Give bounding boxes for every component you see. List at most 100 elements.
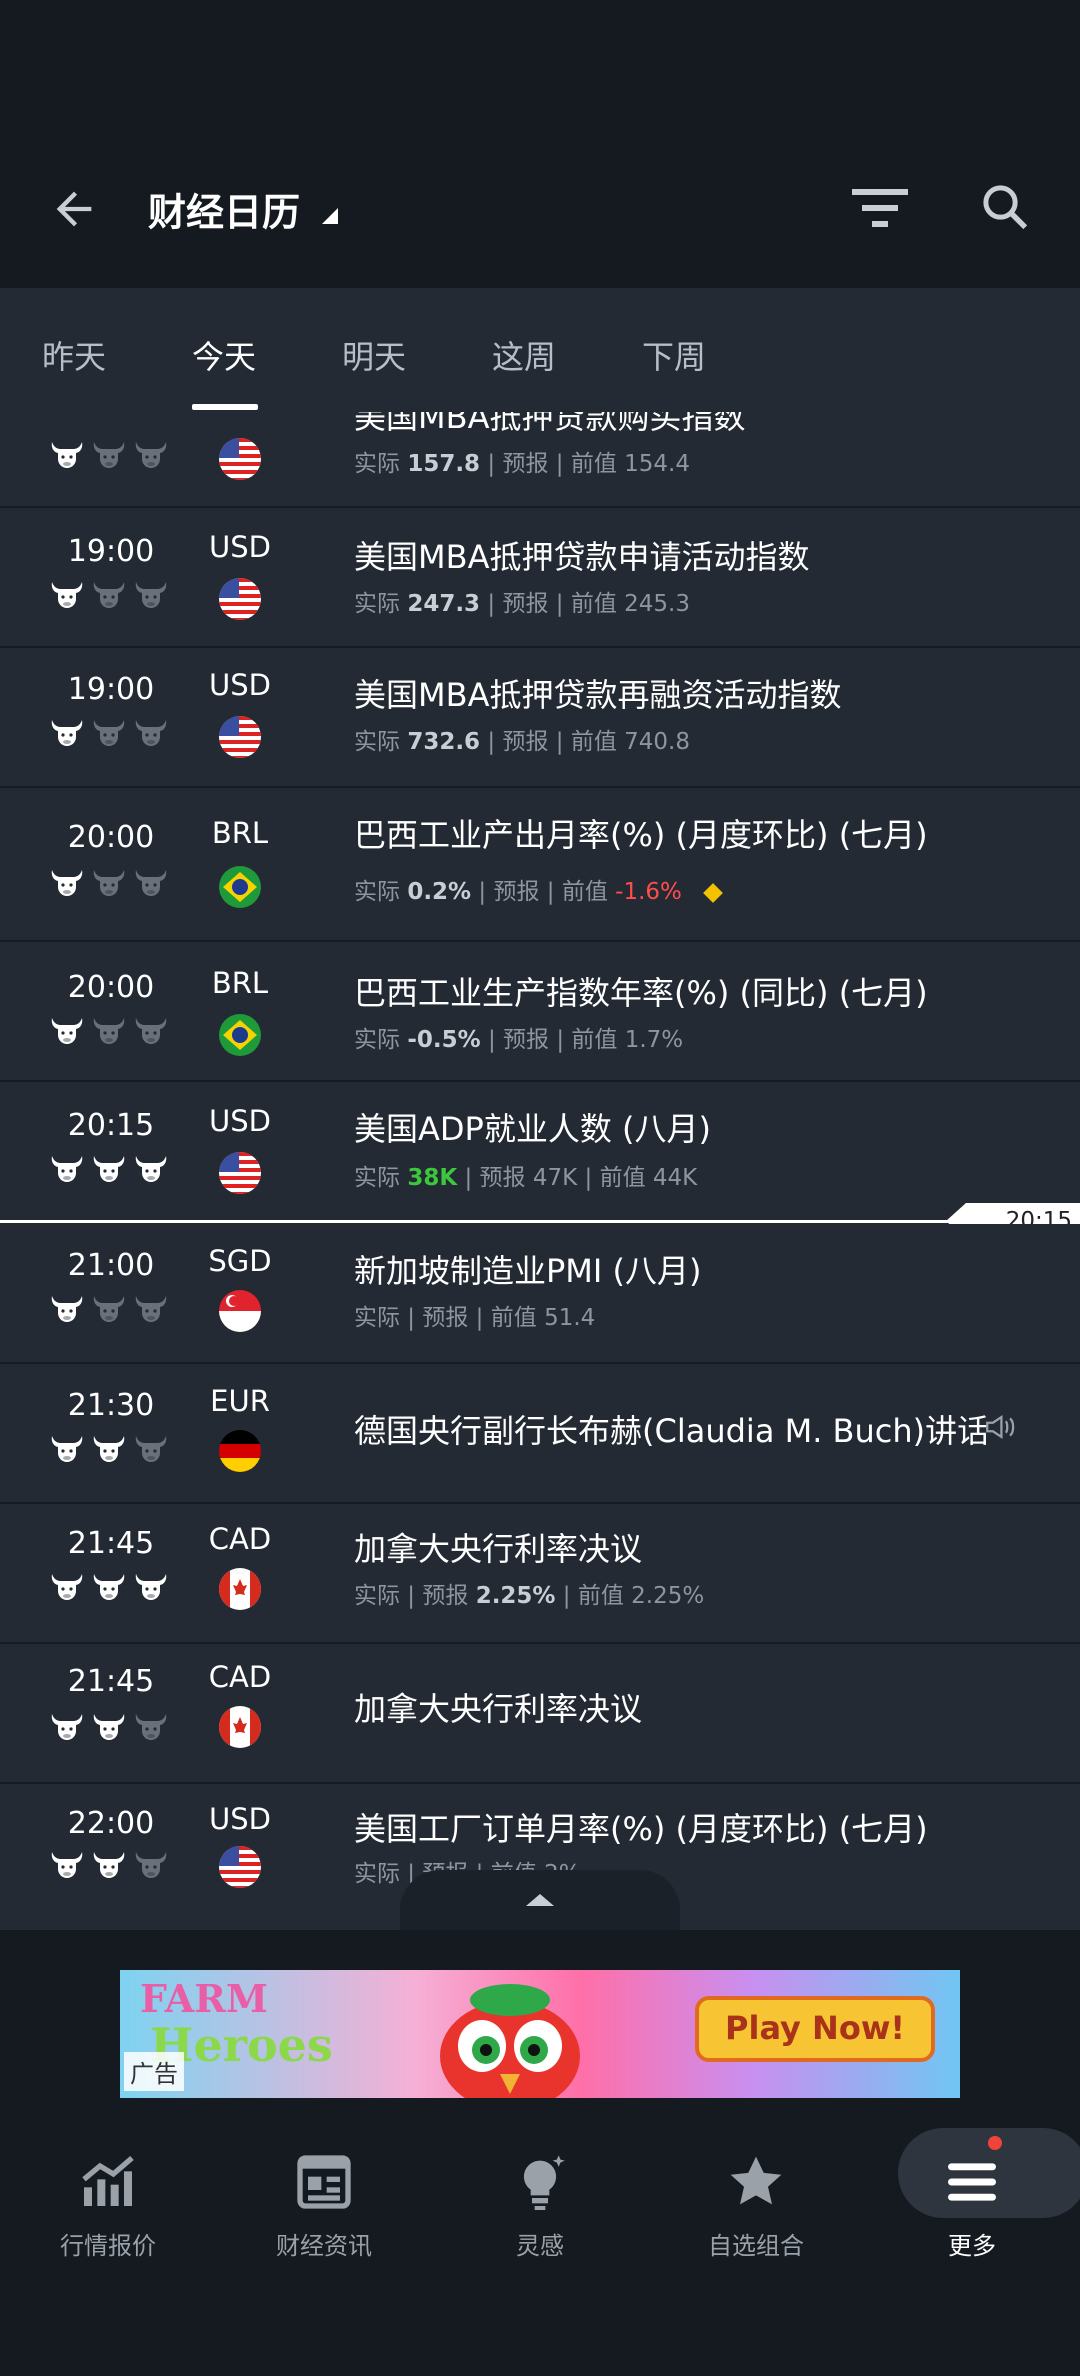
event-currency: USD (209, 1802, 271, 1836)
event-currency: BRL (211, 966, 269, 1000)
status-bar (0, 0, 1080, 130)
bull-icon (134, 1154, 168, 1184)
event-title: 美国ADP就业人数 (八月) (354, 1110, 711, 1148)
event-title: 新加坡制造业PMI (八月) (354, 1252, 702, 1290)
bull-icon (50, 580, 84, 610)
event-stats: 实际 157.8 | 预报 | 前值 154.4 (354, 451, 690, 477)
event-currency: SGD (208, 1244, 272, 1278)
bull-icon (50, 1712, 84, 1742)
event-row[interactable]: 19:00 USD 美国MBA抵押贷款再融资活动指数 实际 732.6 | 预报… (0, 648, 1080, 788)
bull-icon (92, 1572, 126, 1602)
bull-icon (134, 718, 168, 748)
bull-icon (92, 718, 126, 748)
event-time: 21:00 (67, 1248, 155, 1283)
title-dropdown-icon[interactable] (322, 208, 338, 224)
ad-banner[interactable]: FARM Heroes Play Now! 广告 (120, 1970, 960, 2098)
importance-indicator (50, 718, 168, 748)
event-stats: 实际 0.2% | 预报 | 前值 -1.6% (354, 872, 723, 906)
importance-indicator (50, 1016, 168, 1046)
nav-label: 财经资讯 (276, 2232, 372, 2260)
chevron-up-icon (526, 1894, 554, 1906)
nav-label: 自选组合 (708, 2232, 804, 2260)
event-row[interactable]: 20:15 USD 美国ADP就业人数 (八月) 实际 38K | 预报 47K… (0, 1082, 1080, 1218)
search-icon[interactable] (978, 180, 1032, 234)
event-currency: USD (209, 530, 271, 564)
singapore-flag-icon (219, 1290, 261, 1332)
bull-icon (50, 440, 84, 470)
importance-indicator (50, 868, 168, 898)
event-time: 21:45 (67, 1664, 155, 1699)
nav-more[interactable]: 更多 (872, 2150, 1072, 2261)
bull-icon (134, 1016, 168, 1046)
bull-icon (50, 1850, 84, 1880)
event-title: 美国MBA抵押贷款再融资活动指数 (354, 676, 842, 714)
event-row[interactable]: 20:00 BRL 巴西工业产出月率(%) (月度环比) (七月) 实际 0.2… (0, 788, 1080, 942)
tab-yesterday[interactable]: 昨天 (42, 332, 106, 378)
nav-quotes[interactable]: 行情报价 (8, 2150, 208, 2261)
event-title: 加拿大央行利率决议 (354, 1690, 643, 1728)
event-stats: 实际 | 预报 | 前值 51.4 (354, 1305, 596, 1331)
bull-icon (50, 1572, 84, 1602)
event-currency: BRL (211, 816, 269, 850)
bull-icon (134, 1434, 168, 1464)
bull-icon (92, 1712, 126, 1742)
event-row[interactable]: 20:00 BRL 巴西工业生产指数年率(%) (同比) (七月) 实际 -0.… (0, 942, 1080, 1082)
page-title[interactable]: 财经日历 (148, 182, 300, 237)
event-row[interactable]: 21:45 CAD 加拿大央行利率决议 实际 | 预报 2.25% | 前值 2… (0, 1504, 1080, 1644)
filter-icon[interactable] (852, 184, 908, 234)
event-time: 20:00 (67, 820, 155, 855)
nav-news[interactable]: 财经资讯 (224, 2150, 424, 2261)
brazil-flag-icon (219, 866, 261, 908)
tab-next-week[interactable]: 下周 (642, 332, 706, 378)
bull-icon (92, 1016, 126, 1046)
event-stats: 实际 -0.5% | 预报 | 前值 1.7% (354, 1027, 684, 1053)
event-time: 20:15 (67, 1108, 155, 1143)
tab-tomorrow[interactable]: 明天 (342, 332, 406, 378)
event-row[interactable]: 21:30 EUR 德国央行副行长布赫(Claudia M. Buch)讲话 (0, 1364, 1080, 1504)
bull-icon (92, 1154, 126, 1184)
speech-megaphone-icon (986, 1414, 1015, 1440)
app-bar: 财经日历 (0, 130, 1080, 288)
event-time: 21:45 (67, 1526, 155, 1561)
event-row[interactable]: 19:00 USD 美国MBA抵押贷款申请活动指数 实际 247.3 | 预报 … (0, 508, 1080, 648)
importance-indicator (50, 1712, 168, 1742)
bull-icon (50, 1154, 84, 1184)
bull-icon (92, 1294, 126, 1324)
us-flag-icon (219, 578, 261, 620)
nav-inspiration[interactable]: 灵感 (440, 2150, 640, 2261)
event-row[interactable]: 21:00 SGD 新加坡制造业PMI (八月) 实际 | 预报 | 前值 51… (0, 1224, 1080, 1364)
bull-icon (134, 440, 168, 470)
bull-icon (92, 440, 126, 470)
event-title: 美国MBA抵押贷款购买指数 (354, 412, 746, 436)
importance-indicator (50, 1294, 168, 1324)
revised-diamond-icon (703, 882, 723, 903)
canada-flag-icon (219, 1568, 261, 1610)
event-time: 19:00 (67, 672, 155, 707)
bull-icon (92, 868, 126, 898)
back-arrow-icon[interactable] (48, 183, 100, 235)
bull-icon (134, 1712, 168, 1742)
tab-indicator (192, 404, 258, 410)
chart-icon (82, 2155, 134, 2206)
current-time-line (0, 1220, 1080, 1223)
us-flag-icon (219, 1846, 261, 1888)
ad-brand-top: FARM (140, 1976, 268, 2021)
notification-dot (988, 2136, 1002, 2150)
news-icon (297, 2155, 351, 2209)
event-time: 22:00 (67, 1806, 155, 1841)
tab-this-week[interactable]: 这周 (492, 332, 556, 378)
event-currency: EUR (210, 1384, 270, 1418)
event-row[interactable]: 21:45 CAD 加拿大央行利率决议 (0, 1644, 1080, 1784)
importance-indicator (50, 1434, 168, 1464)
ad-play-now-button[interactable]: Play Now! (695, 1996, 935, 2062)
importance-indicator (50, 1154, 168, 1184)
event-title: 巴西工业产出月率(%) (月度环比) (七月) (354, 816, 928, 854)
importance-indicator (50, 1850, 168, 1880)
date-tabs: 昨天 今天 明天 这周 下周 (0, 288, 1080, 412)
menu-icon (948, 2163, 996, 2201)
star-icon (730, 2156, 782, 2205)
nav-watchlist[interactable]: 自选组合 (656, 2150, 856, 2261)
tab-today[interactable]: 今天 (192, 332, 256, 378)
event-row[interactable]: 美国MBA抵押贷款购买指数 实际 157.8 | 预报 | 前值 154.4 (0, 412, 1080, 508)
expand-ad-button[interactable] (400, 1870, 680, 1930)
